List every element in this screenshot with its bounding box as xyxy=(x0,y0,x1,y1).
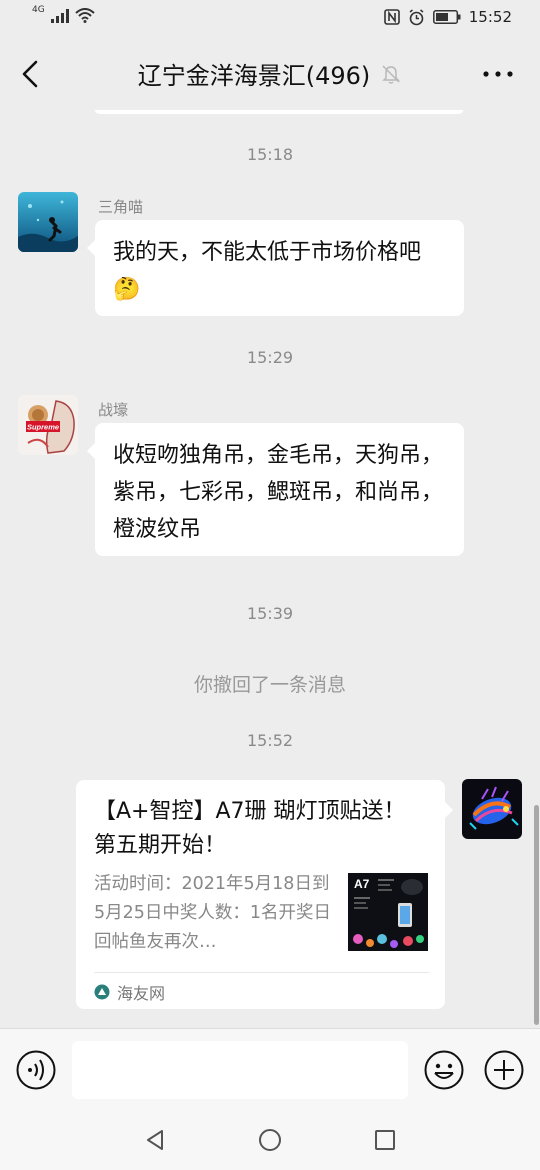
status-right: 15:52 xyxy=(383,8,512,26)
recall-notice: 你撤回了一条消息 xyxy=(193,674,346,696)
link-card-source-name: 海友网 xyxy=(117,984,166,1003)
thumbnail-image: A7 xyxy=(348,873,428,951)
avatar[interactable] xyxy=(18,192,78,252)
status-time: 15:52 xyxy=(468,8,512,26)
nav-home-circle-icon[interactable] xyxy=(258,1128,282,1152)
chat-title: 辽宁金洋海景汇(496) xyxy=(137,62,371,90)
chat-header: 辽宁金洋海景汇(496) xyxy=(0,38,540,110)
input-bar xyxy=(0,1028,540,1110)
link-card-description: 活动时间：2021年5月18日到5月25日中奖人数：1名开奖日回帖鱼友再次… xyxy=(94,874,332,952)
link-card-source: 海友网 xyxy=(94,980,165,1004)
partial-message-bubble xyxy=(94,110,464,114)
wifi-icon xyxy=(75,8,95,23)
battery-icon xyxy=(432,10,461,24)
avatar-logo-text: Supreme xyxy=(27,423,59,432)
chat-message-list[interactable]: 15:18 三角喵 我的天，不能太低于市场价格吧🤔 15:29 Supreme … xyxy=(0,110,540,1028)
source-logo-icon xyxy=(94,984,110,1000)
sender-name: 三角喵 xyxy=(98,198,144,216)
avatar-image xyxy=(18,192,78,252)
my-avatar[interactable] xyxy=(462,779,522,839)
emoji-icon[interactable] xyxy=(424,1050,464,1090)
link-card[interactable]: 【A+智控】A7珊 瑚灯顶贴送！第五期开始！ 活动时间：2021年5月18日到5… xyxy=(76,780,453,1009)
chat-title-container: 辽宁金洋海景汇(496) xyxy=(0,56,540,91)
timestamp: 15:29 xyxy=(246,348,294,367)
timestamp: 15:52 xyxy=(246,731,294,750)
signal-icon xyxy=(50,9,69,23)
voice-icon[interactable] xyxy=(16,1050,56,1090)
timestamp: 15:39 xyxy=(246,604,294,623)
more-icon[interactable] xyxy=(480,64,516,84)
bell-off-icon xyxy=(382,64,401,84)
thumbnail-text: A7 xyxy=(354,877,370,891)
avatar[interactable]: Supreme xyxy=(18,395,78,455)
link-card-divider xyxy=(94,972,429,973)
message-bubble[interactable]: 我的天，不能太低于市场价格吧🤔 xyxy=(87,220,464,316)
status-bar: 4G 15:52 xyxy=(0,0,540,38)
alarm-icon xyxy=(409,8,424,25)
nav-recents-square-icon[interactable] xyxy=(373,1128,397,1152)
message-text: 我的天，不能太低于市场价格吧🤔 xyxy=(113,240,422,302)
system-nav-bar xyxy=(0,1110,540,1170)
message-input[interactable] xyxy=(72,1041,408,1099)
nav-back-triangle-icon[interactable] xyxy=(143,1128,167,1152)
link-card-thumbnail: A7 xyxy=(348,873,428,951)
scrollbar[interactable] xyxy=(534,805,539,1025)
link-card-title: 【A+智控】A7珊 瑚灯顶贴送！第五期开始！ xyxy=(94,799,406,858)
message-text: 收短吻独角吊，金毛吊，天狗吊，紫吊，七彩吊，鳃斑吊，和尚吊，橙波纹吊 xyxy=(113,443,444,542)
message-bubble[interactable]: 收短吻独角吊，金毛吊，天狗吊，紫吊，七彩吊，鳃斑吊，和尚吊，橙波纹吊 xyxy=(87,423,464,556)
network-type-label: 4G xyxy=(32,5,45,15)
avatar-image xyxy=(462,779,522,839)
status-left: 4G xyxy=(32,5,95,23)
avatar-image: Supreme xyxy=(18,395,78,455)
timestamp: 15:18 xyxy=(246,145,294,164)
plus-icon[interactable] xyxy=(484,1050,524,1090)
sender-name: 战壕 xyxy=(98,401,129,419)
nfc-icon xyxy=(383,9,400,25)
